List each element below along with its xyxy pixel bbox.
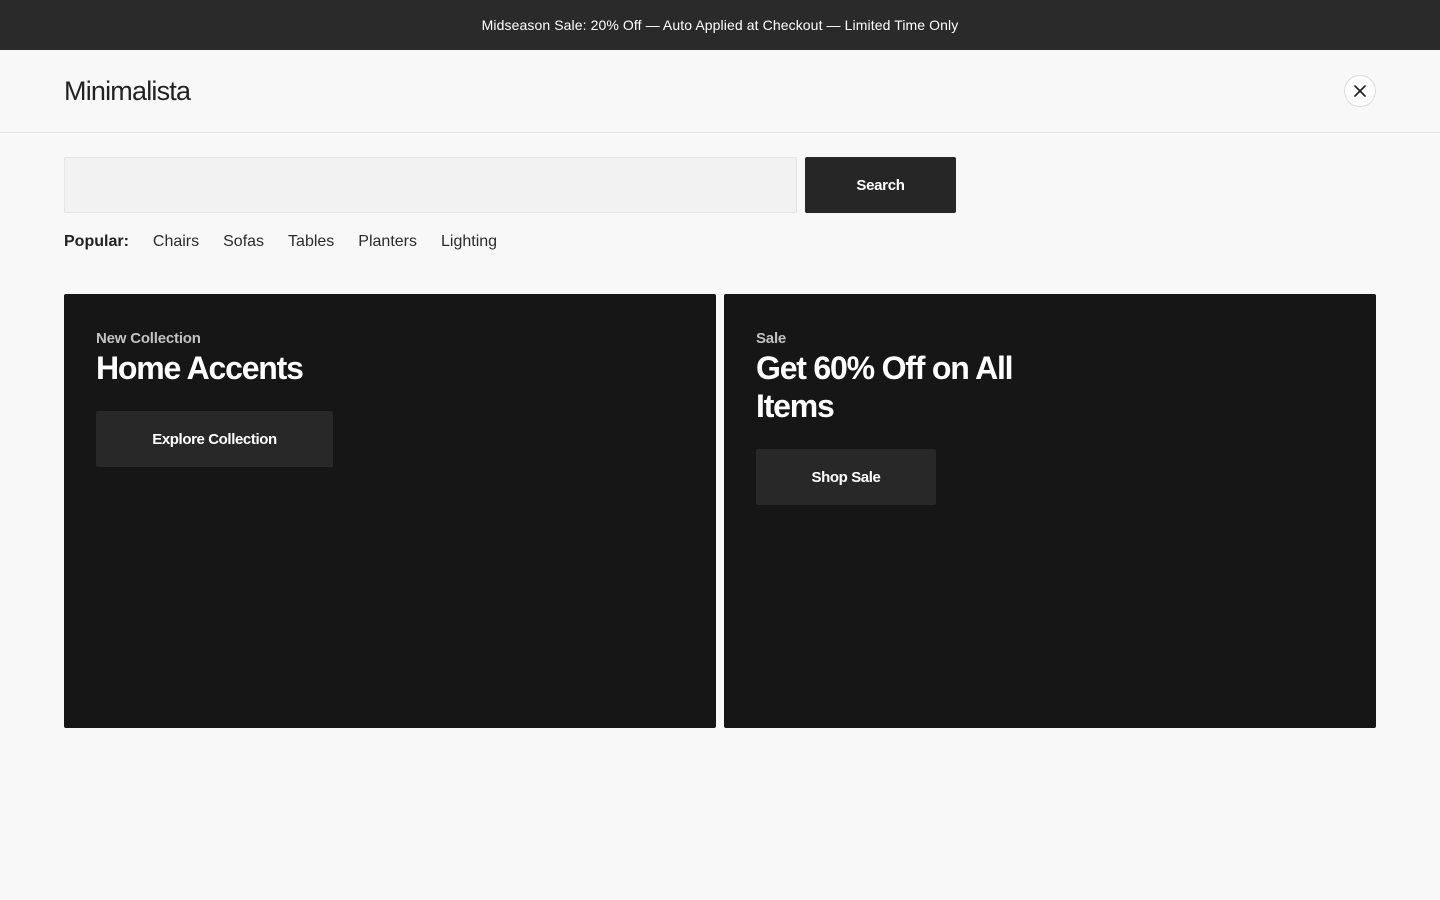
popular-link-sofas[interactable]: Sofas [223,233,264,251]
popular-searches: Popular: Chairs Sofas Tables Planters Li… [64,233,1376,251]
logo[interactable]: Minimalista [64,76,191,107]
promo-cards: New Collection Home Accents Explore Coll… [0,294,1440,728]
announcement-bar: Midseason Sale: 20% Off — Auto Applied a… [0,0,1440,50]
popular-link-tables[interactable]: Tables [288,233,334,251]
close-button[interactable] [1344,75,1376,107]
popular-link-lighting[interactable]: Lighting [441,233,497,251]
card-title: Get 60% Off on All Items [756,350,1014,424]
card-title: Home Accents [96,350,304,386]
site-header: Minimalista [0,50,1440,133]
search-button[interactable]: Search [805,157,956,213]
explore-collection-button[interactable]: Explore Collection [96,411,333,467]
promo-card-sale: Sale Get 60% Off on All Items Shop Sale [724,294,1376,728]
close-icon [1354,85,1366,97]
shop-sale-button[interactable]: Shop Sale [756,449,936,505]
search-section: Search Popular: Chairs Sofas Tables Plan… [0,133,1440,251]
promo-card-collection: New Collection Home Accents Explore Coll… [64,294,716,728]
card-eyebrow: Sale [756,330,787,347]
search-input[interactable] [64,157,797,213]
announcement-text: Midseason Sale: 20% Off — Auto Applied a… [481,17,959,33]
popular-link-planters[interactable]: Planters [358,233,417,251]
popular-link-chairs[interactable]: Chairs [153,233,199,251]
search-row: Search [64,157,1376,213]
popular-label: Popular: [64,233,129,250]
card-eyebrow: New Collection [96,330,201,347]
